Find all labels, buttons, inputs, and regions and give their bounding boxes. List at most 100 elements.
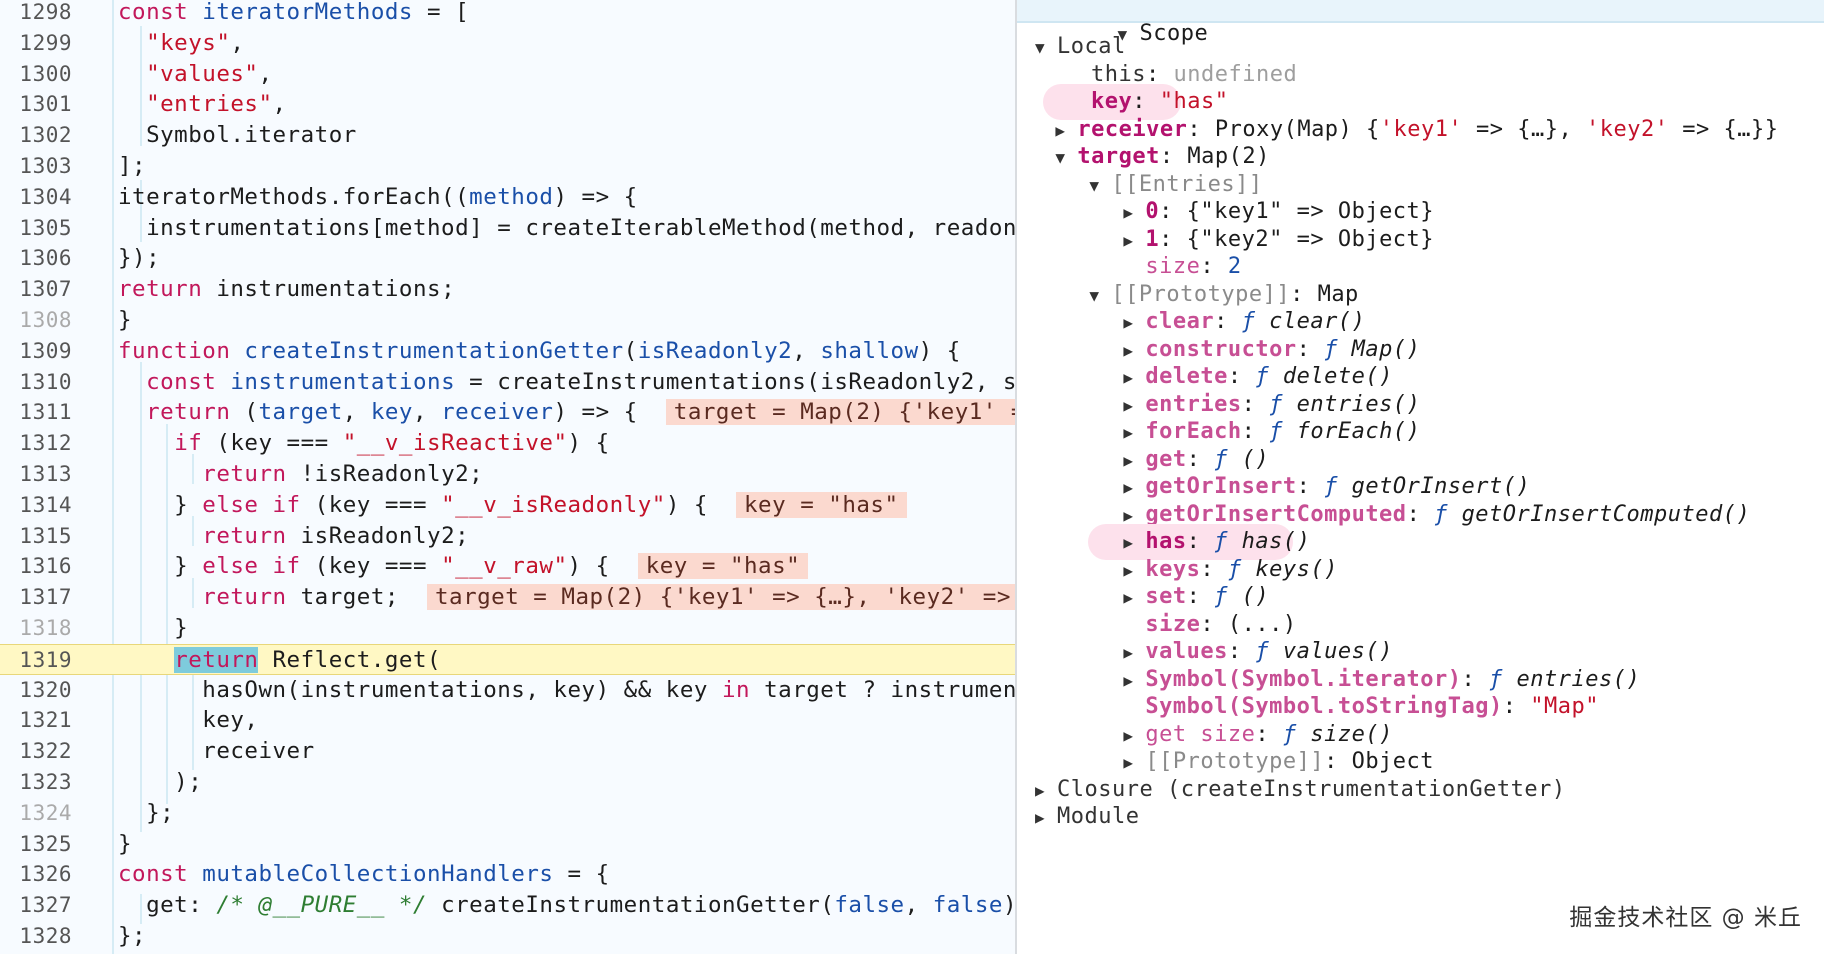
code-text: };: [118, 923, 147, 949]
code-line[interactable]: 1308}: [0, 305, 1015, 336]
code-text: ];: [118, 153, 147, 179]
code-line[interactable]: 1303];: [0, 151, 1015, 182]
code-text: const mutableCollectionHandlers = {: [118, 861, 610, 888]
code-line[interactable]: 1322 receiver: [0, 736, 1015, 767]
scope-property-text: size: 2: [1145, 254, 1242, 279]
line-number[interactable]: 1318: [0, 613, 72, 644]
line-number[interactable]: 1326: [0, 859, 72, 890]
code-line[interactable]: 1325}: [0, 829, 1015, 860]
expanded-triangle-icon[interactable]: ▼: [1035, 32, 1057, 64]
code-line[interactable]: 1301 "entries",: [0, 89, 1015, 120]
code-editor[interactable]: 1298 const iteratorMethods = [ 1299 "keys"…: [0, 0, 1015, 954]
code-line[interactable]: 1299 "keys",: [0, 28, 1015, 59]
line-number[interactable]: 1311: [0, 397, 72, 428]
line-number[interactable]: 1319: [0, 645, 72, 676]
code-text: if (key === "__v_isReactive") {: [174, 430, 610, 457]
code-line[interactable]: 1302 Symbol.iterator: [0, 120, 1015, 151]
code-line[interactable]: 1300 "values",: [0, 59, 1015, 90]
code-text: "values",: [146, 60, 273, 87]
code-line-current[interactable]: 1319 return Reflect.get(: [0, 643, 1015, 676]
line-number[interactable]: 1327: [0, 890, 72, 921]
line-number[interactable]: 1316: [0, 551, 72, 582]
line-number[interactable]: 1299: [0, 28, 72, 59]
code-line[interactable]: 1314 } else if (key === "__v_isReadonly"…: [0, 490, 1015, 521]
expanded-triangle-icon[interactable]: ▼: [1089, 170, 1111, 202]
line-number[interactable]: 1323: [0, 767, 72, 798]
line-number[interactable]: 1307: [0, 274, 72, 305]
line-number[interactable]: 1320: [0, 675, 72, 706]
line-number[interactable]: 1314: [0, 490, 72, 521]
code-line[interactable]: 1310 const instrumentations = createInst…: [0, 367, 1015, 398]
expanded-triangle-icon[interactable]: ▼: [1089, 280, 1111, 312]
scope-property-text: [[Entries]]: [1111, 171, 1263, 197]
code-line[interactable]: 1306});: [0, 243, 1015, 274]
scope-property-text: has: ƒ has(): [1145, 529, 1311, 554]
code-text: return instrumentations;: [118, 276, 456, 303]
line-number[interactable]: 1303: [0, 151, 72, 182]
code-line[interactable]: 1318 }: [0, 613, 1015, 644]
code-line[interactable]: 1328};: [0, 921, 1015, 952]
code-text: iteratorMethods.forEach((method) => {: [118, 183, 638, 210]
code-line[interactable]: 1327 get: /* @__PURE__ */ createInstrume…: [0, 890, 1015, 921]
code-line[interactable]: 1298 const iteratorMethods = [: [0, 0, 1015, 28]
collapsed-triangle-icon[interactable]: ▶: [1035, 802, 1057, 834]
code-line[interactable]: 1311 return (target, key, receiver) => {…: [0, 397, 1015, 428]
scope-property-text: this: undefined: [1091, 61, 1298, 87]
code-text: }: [118, 307, 133, 333]
code-text: return target; target = Map(2) {'key1' =…: [118, 582, 1015, 613]
code-line[interactable]: 1323 );: [0, 767, 1015, 798]
scope-property-text: forEach: ƒ forEach(): [1145, 419, 1421, 444]
line-number[interactable]: 1308: [0, 305, 72, 336]
code-text: const iteratorMethods = [: [118, 0, 470, 25]
code-text: receiver: [118, 738, 315, 765]
scope-property-row[interactable]: ▶ Module: [1035, 801, 1139, 833]
line-number[interactable]: 1313: [0, 459, 72, 490]
expanded-triangle-icon[interactable]: ▼: [1055, 142, 1077, 174]
scope-property-text: get size: ƒ size(): [1145, 721, 1393, 747]
code-text: }: [118, 830, 133, 857]
code-line[interactable]: 1321 key,: [0, 705, 1015, 736]
scope-property-text: size: (...): [1145, 611, 1297, 637]
line-number[interactable]: 1328: [0, 921, 72, 952]
code-line[interactable]: 1324 };: [0, 798, 1015, 829]
line-number[interactable]: 1300: [0, 59, 72, 90]
line-number[interactable]: 1325: [0, 829, 72, 860]
code-text: "entries",: [146, 91, 287, 118]
line-number[interactable]: 1312: [0, 428, 72, 459]
code-line[interactable]: 1317 return target; target = Map(2) {'ke…: [0, 582, 1015, 613]
scope-property-text: set: ƒ (): [1145, 584, 1270, 609]
line-number[interactable]: 1304: [0, 182, 72, 213]
code-line[interactable]: 1315 return isReadonly2;: [0, 521, 1015, 552]
code-text: function createInstrumentationGetter(isR…: [118, 337, 961, 364]
line-number[interactable]: 1310: [0, 367, 72, 398]
line-number[interactable]: 1317: [0, 582, 72, 613]
line-number[interactable]: 1298: [0, 0, 72, 28]
code-line[interactable]: 1304 iteratorMethods.forEach((method) => …: [0, 182, 1015, 213]
line-number[interactable]: 1321: [0, 705, 72, 736]
scope-section-header[interactable]: ▼ Scope: [1017, 0, 1824, 46]
code-line[interactable]: 1313 return !isReadonly2;: [0, 459, 1015, 490]
line-number[interactable]: 1301: [0, 89, 72, 120]
code-text: } else if (key === "__v_raw") { key = "h…: [118, 551, 809, 582]
scope-property-text: getOrInsert: ƒ getOrInsert(): [1145, 474, 1531, 499]
line-number[interactable]: 1306: [0, 243, 72, 274]
scope-property-text: receiver: Proxy(Map) {'key1' => {…}, 'ke…: [1077, 116, 1779, 142]
scope-property-text: Module: [1057, 804, 1140, 829]
code-line[interactable]: 1307 return instrumentations;: [0, 274, 1015, 305]
code-line[interactable]: 1316 } else if (key === "__v_raw") { key…: [0, 551, 1015, 582]
line-number[interactable]: 1302: [0, 120, 72, 151]
line-number[interactable]: 1324: [0, 798, 72, 829]
scope-property-text: [[Prototype]]: Object: [1145, 749, 1435, 774]
line-number[interactable]: 1309: [0, 336, 72, 367]
code-line[interactable]: 1309 function createInstrumentationGetter…: [0, 336, 1015, 367]
line-number[interactable]: 1322: [0, 736, 72, 767]
line-number[interactable]: 1305: [0, 213, 72, 244]
code-line[interactable]: 1305 instrumentations[method] = createIt…: [0, 213, 1015, 244]
code-line[interactable]: 1320 hasOwn(instrumentations, key) && ke…: [0, 675, 1015, 706]
code-line[interactable]: 1326 const mutableCollectionHandlers = {: [0, 859, 1015, 890]
scope-property-text: [[Prototype]]: Map: [1111, 281, 1359, 307]
code-text: return Reflect.get(: [174, 646, 442, 673]
code-line[interactable]: 1312 if (key === "__v_isReactive") {: [0, 428, 1015, 459]
code-text: return !isReadonly2;: [202, 461, 484, 487]
line-number[interactable]: 1315: [0, 521, 72, 552]
